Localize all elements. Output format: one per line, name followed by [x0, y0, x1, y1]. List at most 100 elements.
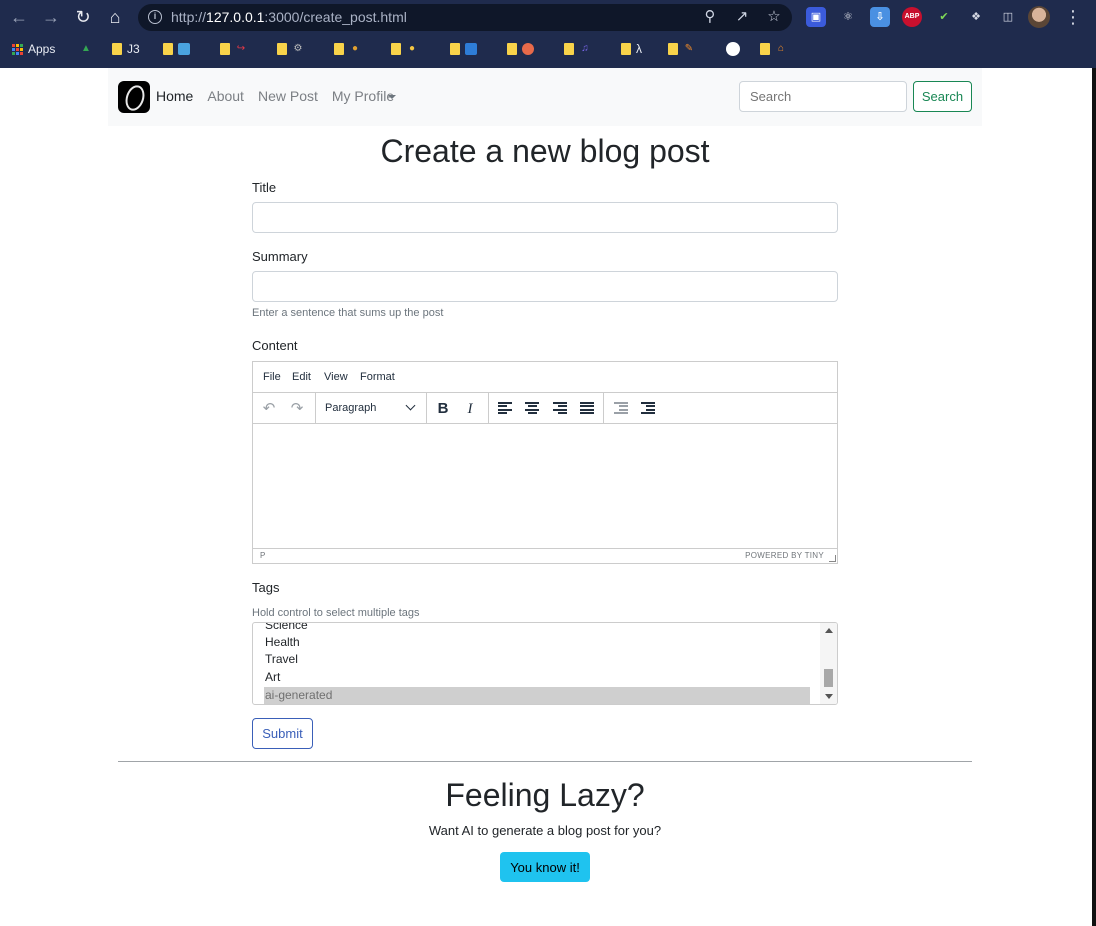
italic-icon[interactable]: I — [460, 399, 480, 419]
nav-about[interactable]: About — [207, 88, 250, 104]
tag-option-health[interactable]: Health — [264, 634, 810, 651]
scroll-up-arrow-icon[interactable] — [825, 628, 833, 633]
tags-scrollbar[interactable] — [820, 623, 837, 704]
rich-text-editor: File Edit View Format ↶ ↷ Paragraph B I … — [252, 361, 838, 564]
extension-check-icon[interactable]: ✔ — [934, 7, 954, 27]
align-center-icon[interactable] — [525, 402, 539, 414]
divider — [118, 761, 972, 762]
chart-icon — [465, 43, 477, 55]
site-info-icon[interactable]: i — [148, 10, 162, 24]
react-devtools-icon[interactable]: ⚛ — [838, 7, 858, 27]
tag-option-science[interactable]: Science — [264, 623, 810, 634]
address-bar[interactable]: i http://127.0.0.1:3000/create_post.html… — [138, 4, 792, 31]
bookmark-5[interactable]: ● — [334, 41, 361, 57]
bookmark-4[interactable]: ⚙ — [277, 41, 304, 57]
extensions-puzzle-icon[interactable]: ❖ — [966, 7, 986, 27]
editor-menu-format[interactable]: Format — [360, 371, 395, 383]
editor-menu-file[interactable]: File — [263, 371, 281, 383]
nav-new-post[interactable]: New Post — [258, 88, 324, 104]
gear-icon: ⚙ — [293, 43, 303, 54]
align-left-icon[interactable] — [498, 402, 512, 414]
side-panel-icon[interactable]: ◫ — [998, 7, 1018, 27]
share-icon[interactable]: ↗ — [733, 8, 751, 26]
indent-icon[interactable] — [641, 402, 655, 414]
bookmark-j3[interactable]: J3 — [112, 41, 140, 57]
title-input[interactable] — [252, 202, 838, 233]
bookmark-star-icon[interactable]: ☆ — [765, 8, 783, 26]
brand-logo[interactable] — [118, 81, 150, 113]
nav-home[interactable]: Home — [156, 88, 199, 104]
editor-statusbar: P POWERED BY TINY — [253, 548, 837, 563]
house-icon: ⌂ — [777, 43, 785, 54]
search-button[interactable]: Search — [913, 81, 972, 112]
scrollbar-thumb[interactable] — [824, 669, 833, 687]
bookmark-13[interactable]: ⌂ — [760, 41, 787, 57]
bookmark-drive[interactable]: ▲ — [80, 41, 92, 57]
title-label: Title — [252, 180, 277, 195]
align-right-icon[interactable] — [553, 402, 567, 414]
forward-icon[interactable]: → — [40, 6, 62, 28]
browser-chrome: ← → ↻ ⌂ i http://127.0.0.1:3000/create_p… — [0, 0, 1096, 68]
toolbar-divider — [603, 393, 604, 423]
bookmark-j3-label: J3 — [127, 42, 140, 56]
browser-menu-icon[interactable]: ⋮ — [1064, 6, 1082, 28]
bookmarks-bar: Apps ▲ J3 ↪ ⚙ ● ● ♫ λ ✎ ⌂ — [0, 34, 1096, 64]
download-icon[interactable]: ⇩ — [870, 7, 890, 27]
tag-option-ai-generated[interactable]: ai-generated — [264, 687, 810, 704]
editor-menu-view[interactable]: View — [324, 371, 348, 383]
submit-button[interactable]: Submit — [252, 718, 313, 749]
home-icon[interactable]: ⌂ — [104, 6, 126, 28]
justify-icon[interactable] — [580, 402, 594, 414]
editor-element-path[interactable]: P — [260, 551, 265, 560]
browser-toolbar: ← → ↻ ⌂ i http://127.0.0.1:3000/create_p… — [0, 0, 1096, 34]
drive-icon: ▲ — [81, 43, 91, 54]
bookmark-github[interactable] — [726, 41, 740, 57]
tag-option-travel[interactable]: Travel — [264, 651, 810, 668]
bookmark-6[interactable]: ● — [391, 41, 418, 57]
extension-shield-icon[interactable]: ▣ — [806, 7, 826, 27]
scroll-down-arrow-icon[interactable] — [825, 694, 833, 699]
zoom-icon[interactable]: ⚲ — [701, 8, 719, 26]
tags-multiselect[interactable]: Science Health Travel Art ai-generated — [252, 622, 838, 705]
resize-handle-icon[interactable] — [829, 555, 836, 562]
bold-icon[interactable]: B — [433, 399, 453, 419]
outdent-icon[interactable] — [614, 402, 628, 414]
adblock-icon[interactable]: ABP — [902, 7, 922, 27]
search-input[interactable] — [739, 81, 907, 112]
powered-by-tiny[interactable]: POWERED BY TINY — [745, 551, 824, 560]
profile-avatar[interactable] — [1028, 6, 1050, 28]
bookmark-lambda-label: λ — [636, 42, 642, 56]
block-format-select[interactable]: Paragraph — [325, 402, 376, 414]
summary-input[interactable] — [252, 271, 838, 302]
editor-menu-edit[interactable]: Edit — [292, 371, 311, 383]
bookmark-7[interactable] — [450, 41, 477, 57]
undo-icon[interactable]: ↶ — [259, 399, 279, 419]
bookmark-3[interactable]: ↪ — [220, 41, 247, 57]
tag-option-art[interactable]: Art — [264, 669, 810, 686]
chevron-down-icon[interactable] — [405, 400, 416, 411]
nav-links: Home About New Post My Profile — [156, 88, 408, 104]
bookmark-9[interactable]: ♫ — [564, 41, 591, 57]
url-path: :3000/create_post.html — [264, 9, 407, 25]
bookmark-apps-label: Apps — [28, 42, 56, 56]
profile-dropdown-caret-icon[interactable] — [388, 95, 396, 99]
arrow-icon: ↪ — [236, 43, 246, 54]
bookmark-lambda[interactable]: λ — [621, 41, 642, 57]
window-edge — [1092, 68, 1096, 926]
toolbar-divider — [488, 393, 489, 423]
reload-icon[interactable]: ↻ — [72, 6, 94, 28]
site-navbar: Home About New Post My Profile Search — [108, 68, 982, 126]
sticky-note-icon — [220, 43, 230, 55]
back-icon[interactable]: ← — [8, 6, 30, 28]
bookmark-11[interactable]: ✎ — [668, 41, 695, 57]
generate-post-button[interactable]: You know it! — [500, 852, 590, 882]
bookmark-8[interactable] — [507, 41, 534, 57]
pencil-icon: ✎ — [684, 43, 694, 54]
music-icon: ♫ — [581, 43, 589, 54]
editor-content-area[interactable] — [253, 424, 837, 548]
redo-icon[interactable]: ↷ — [287, 399, 307, 419]
url-text: http://127.0.0.1:3000/create_post.html — [171, 9, 407, 25]
bookmark-apps[interactable]: Apps — [12, 41, 55, 57]
sticky-note-icon — [668, 43, 678, 55]
bookmark-2[interactable] — [163, 41, 190, 57]
